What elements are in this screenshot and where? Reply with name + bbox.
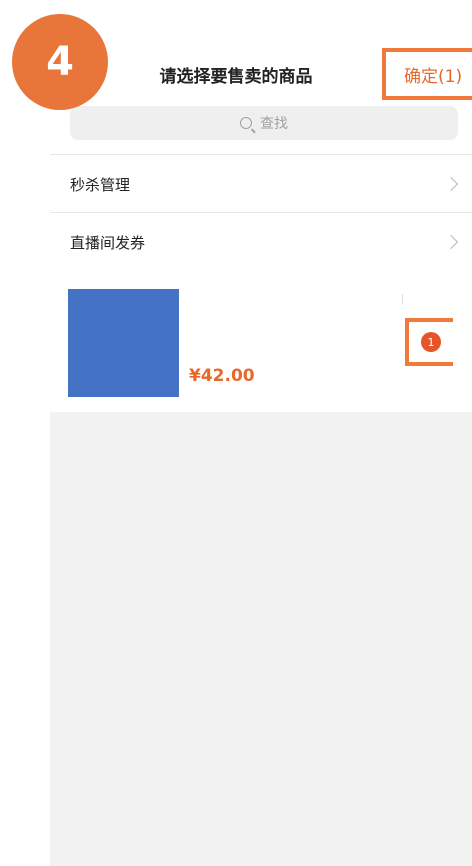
search-icon bbox=[240, 117, 252, 129]
empty-list-area bbox=[50, 412, 472, 866]
confirm-button[interactable]: 确定(1) bbox=[382, 48, 472, 100]
product-price: ¥42.00 bbox=[189, 366, 255, 386]
menu-item-flash-sale[interactable]: 秒杀管理 bbox=[50, 155, 472, 213]
menu-item-live-coupon[interactable]: 直播间发券 bbox=[50, 213, 472, 271]
chevron-right-icon bbox=[443, 234, 459, 250]
product-select-toggle[interactable]: 1 bbox=[405, 318, 453, 366]
product-list-item[interactable]: ¥42.00 1 bbox=[50, 270, 472, 412]
menu-item-label: 直播间发券 bbox=[70, 233, 146, 252]
selected-count-badge: 1 bbox=[421, 332, 441, 352]
confirm-button-label: 确定(1) bbox=[404, 66, 463, 87]
menu-item-label: 秒杀管理 bbox=[70, 175, 131, 194]
product-thumbnail bbox=[68, 289, 179, 397]
search-placeholder: 查找 bbox=[260, 116, 288, 132]
step-number-badge: 4 bbox=[12, 14, 108, 110]
separator-mark bbox=[402, 294, 403, 304]
search-input[interactable]: 查找 bbox=[70, 106, 458, 140]
chevron-right-icon bbox=[443, 176, 459, 192]
